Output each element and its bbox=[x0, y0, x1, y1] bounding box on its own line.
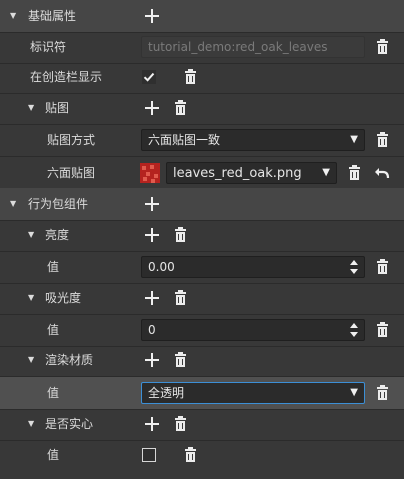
caret-down-icon: ▼ bbox=[350, 134, 358, 145]
brightness-value-label: 值 bbox=[47, 260, 60, 274]
add-solid-button[interactable] bbox=[144, 416, 160, 432]
checkmark-icon bbox=[142, 70, 156, 84]
six-face-row: 六面贴图 leaves_red_oak.png ▼ bbox=[0, 157, 404, 189]
solid-value-row: 值 bbox=[0, 439, 404, 471]
brightness-row[interactable]: ▼ 亮度 bbox=[0, 219, 404, 251]
six-face-label: 六面贴图 bbox=[47, 166, 96, 180]
absorption-label: 吸光度 bbox=[45, 291, 82, 305]
absorption-value-label: 值 bbox=[47, 323, 60, 337]
texture-mode-value: 六面贴图一致 bbox=[148, 133, 221, 147]
delete-brightness-button[interactable] bbox=[175, 227, 186, 242]
spinner-icon[interactable] bbox=[350, 260, 358, 274]
section-basic-label: 基础属性 bbox=[28, 9, 77, 23]
delete-absorption-button[interactable] bbox=[175, 290, 186, 305]
texture-row[interactable]: ▼ 贴图 bbox=[0, 92, 404, 124]
add-absorption-button[interactable] bbox=[144, 290, 160, 306]
solid-label: 是否实心 bbox=[45, 417, 94, 431]
brightness-value-row: 值 0.00 bbox=[0, 251, 404, 283]
brightness-label: 亮度 bbox=[45, 228, 70, 242]
add-render-button[interactable] bbox=[144, 352, 160, 368]
render-value: 全透明 bbox=[148, 386, 185, 400]
delete-identifier-button[interactable] bbox=[377, 39, 388, 54]
brightness-value: 0.00 bbox=[148, 260, 175, 274]
texture-file-select[interactable]: leaves_red_oak.png ▼ bbox=[166, 162, 337, 184]
delete-solid-value-button[interactable] bbox=[185, 447, 196, 462]
texture-file-value: leaves_red_oak.png bbox=[173, 166, 302, 181]
section-behavior-label: 行为包组件 bbox=[28, 197, 89, 211]
creative-label: 在创造栏显示 bbox=[30, 70, 103, 84]
undo-icon[interactable] bbox=[374, 165, 390, 181]
texture-mode-row: 贴图方式 六面贴图一致 ▼ bbox=[0, 124, 404, 156]
absorption-input[interactable]: 0 bbox=[141, 319, 365, 341]
identifier-input[interactable]: tutorial_demo:red_oak_leaves bbox=[141, 36, 365, 58]
add-brightness-button[interactable] bbox=[144, 227, 160, 243]
caret-down-icon: ▼ bbox=[350, 387, 358, 398]
delete-solid-button[interactable] bbox=[175, 416, 186, 431]
absorption-value: 0 bbox=[148, 323, 156, 337]
delete-texture-button[interactable] bbox=[175, 100, 186, 115]
solid-value-label: 值 bbox=[47, 448, 60, 462]
add-basic-button[interactable] bbox=[144, 8, 160, 24]
solid-row[interactable]: ▼ 是否实心 bbox=[0, 408, 404, 440]
delete-brightness-value-button[interactable] bbox=[377, 259, 388, 274]
add-behavior-button[interactable] bbox=[144, 196, 160, 212]
texture-mode-label: 贴图方式 bbox=[47, 133, 96, 147]
render-row[interactable]: ▼ 渲染材质 bbox=[0, 344, 404, 376]
render-label: 渲染材质 bbox=[45, 353, 94, 367]
render-select[interactable]: 全透明 ▼ bbox=[141, 382, 365, 404]
triangle-down-icon[interactable]: ▼ bbox=[10, 188, 16, 220]
brightness-input[interactable]: 0.00 bbox=[141, 256, 365, 278]
identifier-label: 标识符 bbox=[30, 40, 67, 54]
absorption-row[interactable]: ▼ 吸光度 bbox=[0, 282, 404, 314]
caret-down-icon: ▼ bbox=[322, 167, 330, 178]
section-behavior[interactable]: ▼ 行为包组件 bbox=[0, 188, 404, 220]
texture-label: 贴图 bbox=[45, 101, 70, 115]
add-texture-button[interactable] bbox=[144, 100, 160, 116]
creative-row: 在创造栏显示 bbox=[0, 61, 404, 93]
texture-thumbnail[interactable] bbox=[140, 163, 160, 183]
texture-mode-select[interactable]: 六面贴图一致 ▼ bbox=[141, 129, 365, 151]
render-value-row: 值 全透明 ▼ bbox=[0, 377, 404, 409]
render-value-label: 值 bbox=[47, 386, 60, 400]
triangle-down-icon[interactable]: ▼ bbox=[10, 0, 16, 32]
spinner-icon[interactable] bbox=[350, 323, 358, 337]
triangle-down-icon[interactable]: ▼ bbox=[28, 344, 34, 376]
delete-render-button[interactable] bbox=[175, 352, 186, 367]
creative-checkbox[interactable] bbox=[142, 70, 156, 84]
triangle-down-icon[interactable]: ▼ bbox=[28, 219, 34, 251]
triangle-down-icon[interactable]: ▼ bbox=[28, 282, 34, 314]
identifier-row: 标识符 tutorial_demo:red_oak_leaves bbox=[0, 31, 404, 63]
delete-texture-mode-button[interactable] bbox=[377, 132, 388, 147]
section-basic[interactable]: ▼ 基础属性 bbox=[0, 0, 404, 32]
triangle-down-icon[interactable]: ▼ bbox=[28, 92, 34, 124]
delete-creative-button[interactable] bbox=[185, 69, 196, 84]
triangle-down-icon[interactable]: ▼ bbox=[28, 408, 34, 440]
absorption-value-row: 值 0 bbox=[0, 314, 404, 346]
delete-render-value-button[interactable] bbox=[377, 385, 388, 400]
solid-checkbox[interactable] bbox=[142, 448, 156, 462]
delete-absorption-value-button[interactable] bbox=[377, 322, 388, 337]
delete-six-face-button[interactable] bbox=[349, 165, 360, 180]
